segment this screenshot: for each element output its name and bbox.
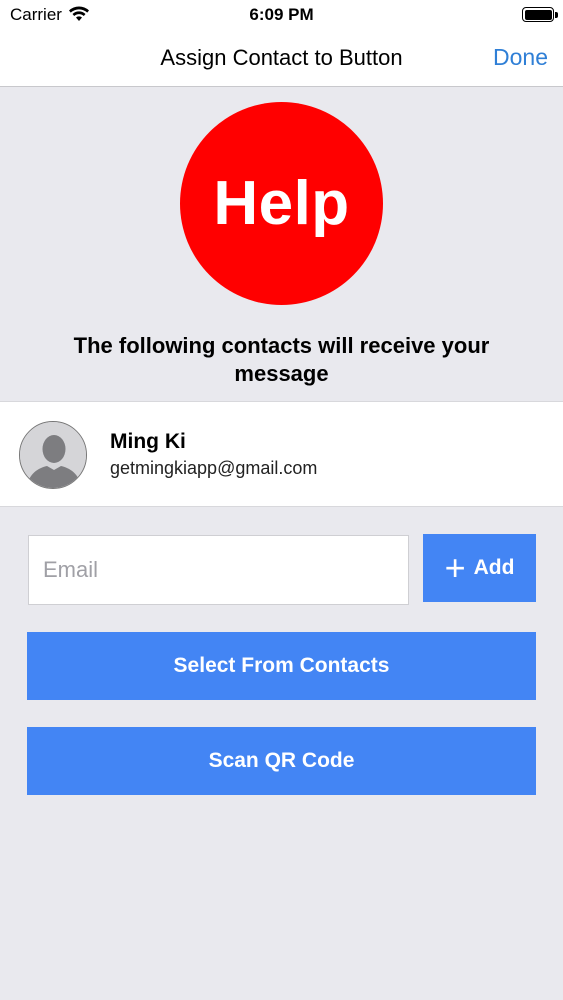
scan-qr-code-button[interactable]: Scan QR Code: [27, 727, 536, 795]
select-from-contacts-button[interactable]: Select From Contacts: [27, 632, 536, 700]
plus-icon: +: [444, 547, 466, 588]
navigation-bar: Assign Contact to Button Done: [0, 30, 563, 87]
clock: 6:09 PM: [249, 5, 314, 24]
contact-name: Ming Ki: [110, 430, 186, 453]
battery-icon: [522, 7, 554, 22]
page-title: Assign Contact to Button: [160, 45, 403, 70]
email-input[interactable]: [28, 535, 409, 605]
help-button-preview: Help: [180, 102, 383, 305]
contact-list-item[interactable]: Ming Ki getmingkiapp@gmail.com: [0, 401, 563, 507]
help-label: Help: [213, 169, 350, 238]
battery-cap: [555, 12, 558, 18]
add-button-label: Add: [473, 556, 515, 579]
done-button[interactable]: Done: [493, 44, 548, 71]
person-silhouette-icon: [19, 421, 87, 489]
contact-email: getmingkiapp@gmail.com: [110, 458, 318, 478]
status-bar: Carrier 6:09 PM: [0, 0, 563, 30]
add-button[interactable]: + Add: [423, 534, 536, 602]
info-message: The following contacts will receive your…: [73, 333, 490, 386]
